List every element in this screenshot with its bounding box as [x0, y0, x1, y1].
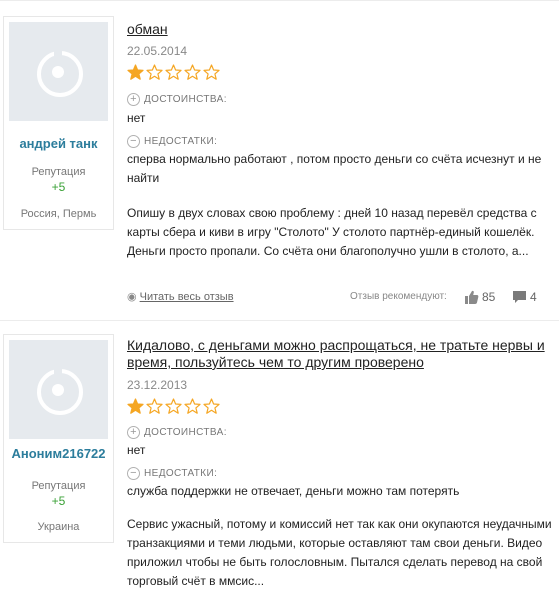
pros-header: + ДОСТОИНСТВА:: [127, 426, 227, 440]
pros-text: нет: [127, 111, 146, 125]
comments-count: 4: [530, 290, 537, 304]
star-empty-icon: [165, 64, 182, 80]
review-date: 22.05.2014: [127, 44, 188, 58]
star-filled-icon: [127, 64, 144, 80]
cons-text: сперва нормально работают , потом просто…: [127, 152, 542, 185]
pros-header: + ДОСТОИНСТВА:: [127, 93, 227, 107]
plus-circle-icon: +: [127, 93, 140, 106]
reputation-value: +5: [51, 180, 66, 194]
star-rating: [127, 398, 222, 416]
comment-icon: [513, 291, 526, 303]
star-empty-icon: [184, 398, 201, 414]
star-empty-icon: [184, 64, 201, 80]
cons-header: − НЕДОСТАТКИ:: [127, 135, 217, 149]
user-location: Россия, Пермь: [20, 208, 97, 220]
comments-button[interactable]: 4: [512, 290, 537, 304]
avatar[interactable]: [9, 22, 108, 121]
like-button[interactable]: 85: [464, 290, 495, 304]
divider: [0, 320, 559, 321]
plus-circle-icon: +: [127, 426, 140, 439]
recommend-label: Отзыв рекомендуют:: [350, 291, 447, 302]
star-empty-icon: [203, 64, 220, 80]
cons-header: − НЕДОСТАТКИ:: [127, 467, 217, 481]
minus-circle-icon: −: [127, 135, 140, 148]
reputation-label: Репутация: [31, 480, 86, 492]
user-card: Аноним216722 Репутация +5 Украина: [3, 334, 114, 543]
pros-label: ДОСТОИНСТВА:: [144, 94, 227, 105]
likes-count: 85: [482, 290, 496, 304]
cons-label: НЕДОСТАТКИ:: [144, 468, 218, 479]
minus-circle-icon: −: [127, 467, 140, 480]
star-rating: [127, 64, 222, 82]
star-empty-icon: [203, 398, 220, 414]
star-filled-icon: [127, 398, 144, 414]
user-location: Украина: [37, 521, 80, 533]
read-more-label: Читать весь отзыв: [139, 291, 234, 303]
review-date: 23.12.2013: [127, 378, 188, 392]
review-excerpt: Опишу в двух словах свою проблему : дней…: [127, 206, 537, 258]
cons-text: служба поддержки не отвечает, деньги мож…: [127, 484, 460, 498]
user-card: андрей танк Репутация +5 Россия, Пермь: [3, 16, 114, 230]
review-card: андрей танк Репутация +5 Россия, Пермь о…: [0, 0, 559, 320]
username-link[interactable]: Аноним216722: [4, 446, 113, 461]
review-excerpt: Сервис ужасный, потому и комиссий нет та…: [127, 517, 552, 588]
review-card: Аноним216722 Репутация +5 Украина Кидало…: [0, 320, 559, 605]
username-link[interactable]: андрей танк: [4, 136, 113, 151]
review-title-link[interactable]: обман: [127, 21, 553, 38]
star-empty-icon: [165, 398, 182, 414]
cons-label: НЕДОСТАТКИ:: [144, 136, 218, 147]
read-full-review-link[interactable]: ◉ Читать весь отзыв: [127, 290, 234, 303]
eye-icon: ◉: [127, 291, 137, 303]
divider: [0, 0, 559, 1]
pros-text: нет: [127, 443, 146, 457]
avatar[interactable]: [9, 340, 108, 439]
thumbs-up-icon: [465, 290, 479, 304]
star-empty-icon: [146, 64, 163, 80]
star-empty-icon: [146, 398, 163, 414]
review-title-link[interactable]: Кидалово, с деньгами можно распрощаться,…: [127, 337, 553, 371]
review-footer: ◉ Читать весь отзыв Отзыв рекомендуют: 85…: [127, 290, 553, 308]
pros-label: ДОСТОИНСТВА:: [144, 427, 227, 438]
reputation-label: Репутация: [31, 166, 86, 178]
reputation-value: +5: [51, 494, 66, 508]
